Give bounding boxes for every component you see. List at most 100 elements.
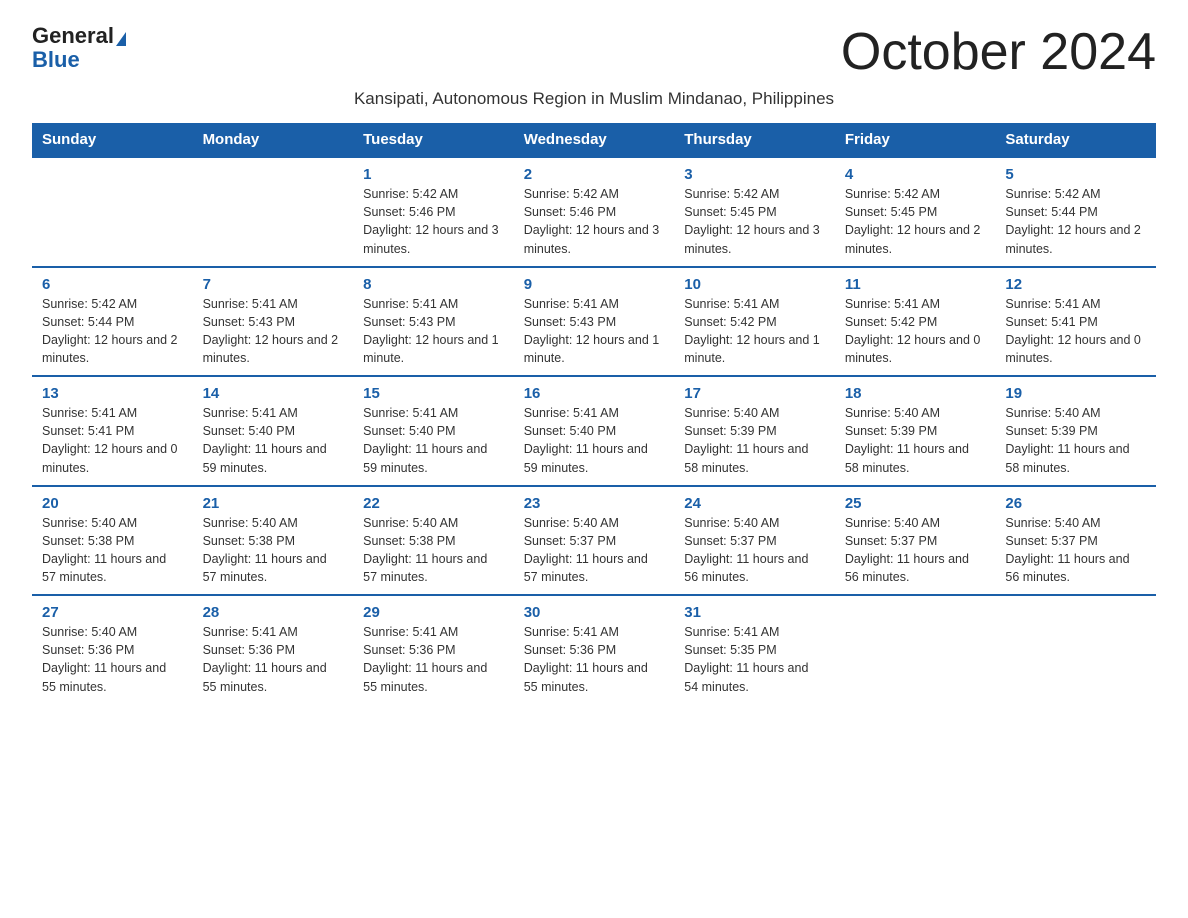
day-number: 28 [203,604,344,621]
page-subtitle: Kansipati, Autonomous Region in Muslim M… [32,89,1156,109]
table-row: 31 Sunrise: 5:41 AMSunset: 5:35 PMDayligh… [674,595,835,704]
day-info: Sunrise: 5:40 AMSunset: 5:39 PMDaylight:… [684,404,825,477]
table-row: 16 Sunrise: 5:41 AMSunset: 5:40 PMDayligh… [514,376,675,486]
day-info: Sunrise: 5:42 AMSunset: 5:44 PMDaylight:… [42,295,183,368]
day-info: Sunrise: 5:40 AMSunset: 5:39 PMDaylight:… [1005,404,1146,477]
day-info: Sunrise: 5:40 AMSunset: 5:37 PMDaylight:… [845,514,986,587]
table-row: 22 Sunrise: 5:40 AMSunset: 5:38 PMDayligh… [353,486,514,596]
day-number: 18 [845,385,986,402]
table-row: 9 Sunrise: 5:41 AMSunset: 5:43 PMDaylight… [514,267,675,377]
day-number: 26 [1005,495,1146,512]
month-title: October 2024 [841,24,1156,81]
day-number: 3 [684,166,825,183]
table-row [835,595,996,704]
day-number: 27 [42,604,183,621]
day-number: 7 [203,276,344,293]
table-row: 12 Sunrise: 5:41 AMSunset: 5:41 PMDayligh… [995,267,1156,377]
table-row: 20Sunrise: 5:40 AMSunset: 5:38 PMDayligh… [32,486,193,596]
table-row: 3 Sunrise: 5:42 AMSunset: 5:45 PMDaylight… [674,157,835,267]
day-number: 10 [684,276,825,293]
day-info: Sunrise: 5:41 AMSunset: 5:43 PMDaylight:… [524,295,665,368]
day-info: Sunrise: 5:41 AMSunset: 5:41 PMDaylight:… [1005,295,1146,368]
col-monday: Monday [193,123,354,157]
day-number: 14 [203,385,344,402]
day-info: Sunrise: 5:41 AMSunset: 5:36 PMDaylight:… [363,623,504,696]
day-info: Sunrise: 5:41 AMSunset: 5:40 PMDaylight:… [524,404,665,477]
day-number: 6 [42,276,183,293]
table-row: 28 Sunrise: 5:41 AMSunset: 5:36 PMDayligh… [193,595,354,704]
day-info: Sunrise: 5:41 AMSunset: 5:43 PMDaylight:… [203,295,344,368]
table-row: 30 Sunrise: 5:41 AMSunset: 5:36 PMDayligh… [514,595,675,704]
col-tuesday: Tuesday [353,123,514,157]
day-number: 23 [524,495,665,512]
day-number: 25 [845,495,986,512]
table-row: 23 Sunrise: 5:40 AMSunset: 5:37 PMDayligh… [514,486,675,596]
day-info: Sunrise: 5:41 AMSunset: 5:40 PMDaylight:… [363,404,504,477]
table-row: 24 Sunrise: 5:40 AMSunset: 5:37 PMDayligh… [674,486,835,596]
day-number: 1 [363,166,504,183]
col-saturday: Saturday [995,123,1156,157]
calendar-body: 1 Sunrise: 5:42 AMSunset: 5:46 PMDaylight… [32,157,1156,704]
table-row: 17 Sunrise: 5:40 AMSunset: 5:39 PMDayligh… [674,376,835,486]
day-info: Sunrise: 5:40 AMSunset: 5:36 PMDaylight:… [42,623,183,696]
day-number: 16 [524,385,665,402]
col-friday: Friday [835,123,996,157]
day-info: Sunrise: 5:41 AMSunset: 5:40 PMDaylight:… [203,404,344,477]
day-number: 31 [684,604,825,621]
col-wednesday: Wednesday [514,123,675,157]
day-info: Sunrise: 5:40 AMSunset: 5:38 PMDaylight:… [42,514,183,587]
table-row [995,595,1156,704]
day-number: 30 [524,604,665,621]
day-info: Sunrise: 5:41 AMSunset: 5:42 PMDaylight:… [845,295,986,368]
day-number: 24 [684,495,825,512]
day-number: 8 [363,276,504,293]
day-info: Sunrise: 5:40 AMSunset: 5:39 PMDaylight:… [845,404,986,477]
day-number: 22 [363,495,504,512]
day-info: Sunrise: 5:41 AMSunset: 5:36 PMDaylight:… [203,623,344,696]
table-row: 18 Sunrise: 5:40 AMSunset: 5:39 PMDayligh… [835,376,996,486]
table-row: 1 Sunrise: 5:42 AMSunset: 5:46 PMDaylight… [353,157,514,267]
day-info: Sunrise: 5:42 AMSunset: 5:45 PMDaylight:… [684,185,825,258]
day-info: Sunrise: 5:40 AMSunset: 5:37 PMDaylight:… [684,514,825,587]
day-info: Sunrise: 5:40 AMSunset: 5:38 PMDaylight:… [363,514,504,587]
day-info: Sunrise: 5:41 AMSunset: 5:35 PMDaylight:… [684,623,825,696]
day-info: Sunrise: 5:41 AMSunset: 5:42 PMDaylight:… [684,295,825,368]
table-row: 4 Sunrise: 5:42 AMSunset: 5:45 PMDaylight… [835,157,996,267]
day-info: Sunrise: 5:40 AMSunset: 5:37 PMDaylight:… [1005,514,1146,587]
day-info: Sunrise: 5:42 AMSunset: 5:46 PMDaylight:… [363,185,504,258]
page-header: General Blue October 2024 [32,24,1156,81]
day-info: Sunrise: 5:42 AMSunset: 5:45 PMDaylight:… [845,185,986,258]
day-number: 5 [1005,166,1146,183]
table-row [193,157,354,267]
table-row: 19 Sunrise: 5:40 AMSunset: 5:39 PMDayligh… [995,376,1156,486]
calendar-header: Sunday Monday Tuesday Wednesday Thursday… [32,123,1156,157]
table-row: 5 Sunrise: 5:42 AMSunset: 5:44 PMDaylight… [995,157,1156,267]
day-number: 4 [845,166,986,183]
table-row: 26 Sunrise: 5:40 AMSunset: 5:37 PMDayligh… [995,486,1156,596]
table-row: 2 Sunrise: 5:42 AMSunset: 5:46 PMDaylight… [514,157,675,267]
day-number: 15 [363,385,504,402]
logo-triangle-icon [116,32,126,46]
day-info: Sunrise: 5:42 AMSunset: 5:46 PMDaylight:… [524,185,665,258]
col-sunday: Sunday [32,123,193,157]
day-number: 9 [524,276,665,293]
table-row: 27 Sunrise: 5:40 AMSunset: 5:36 PMDayligh… [32,595,193,704]
day-info: Sunrise: 5:40 AMSunset: 5:37 PMDaylight:… [524,514,665,587]
table-row [32,157,193,267]
day-number: 12 [1005,276,1146,293]
day-number: 11 [845,276,986,293]
day-number: 19 [1005,385,1146,402]
table-row: 13 Sunrise: 5:41 AMSunset: 5:41 PMDayligh… [32,376,193,486]
day-number: 21 [203,495,344,512]
col-thursday: Thursday [674,123,835,157]
day-info: Sunrise: 5:41 AMSunset: 5:41 PMDaylight:… [42,404,183,477]
table-row: 15 Sunrise: 5:41 AMSunset: 5:40 PMDayligh… [353,376,514,486]
table-row: 6 Sunrise: 5:42 AMSunset: 5:44 PMDaylight… [32,267,193,377]
day-number: 2 [524,166,665,183]
table-row: 10 Sunrise: 5:41 AMSunset: 5:42 PMDayligh… [674,267,835,377]
day-info: Sunrise: 5:41 AMSunset: 5:36 PMDaylight:… [524,623,665,696]
day-number: 17 [684,385,825,402]
day-number: 13 [42,385,183,402]
day-info: Sunrise: 5:42 AMSunset: 5:44 PMDaylight:… [1005,185,1146,258]
logo: General Blue [32,24,126,72]
